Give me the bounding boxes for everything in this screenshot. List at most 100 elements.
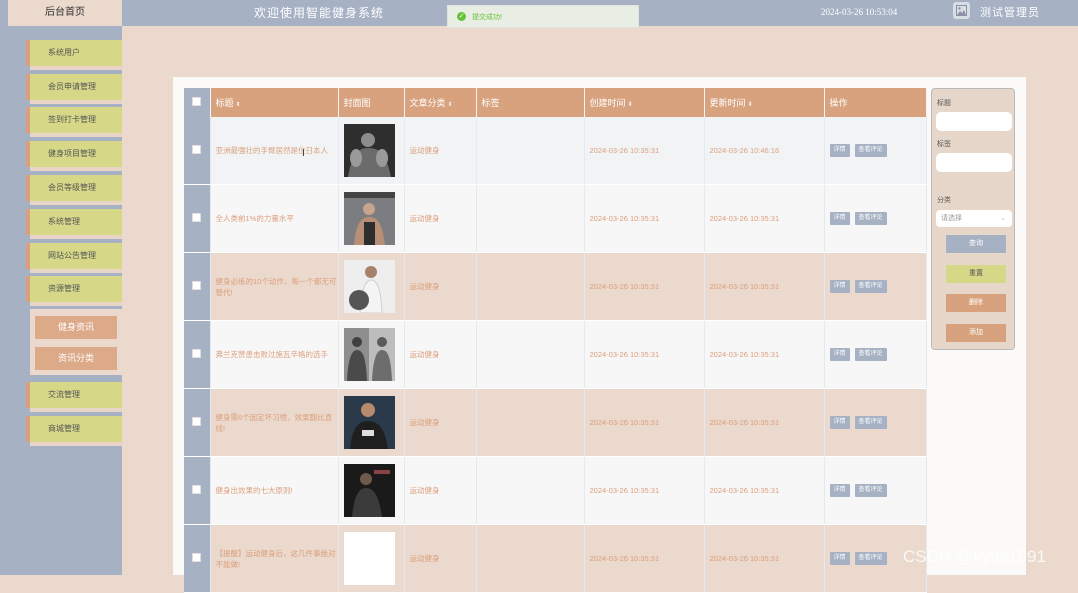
- sidebar-item-member-apply[interactable]: 会员申请管理: [30, 74, 122, 100]
- home-link[interactable]: 后台首页: [8, 0, 122, 26]
- row-checkbox[interactable]: [192, 417, 202, 426]
- row-checkbox[interactable]: [192, 213, 202, 222]
- sidebar-item-exchange[interactable]: 交流管理: [30, 382, 122, 408]
- tags-filter-input[interactable]: [936, 153, 1012, 172]
- add-button[interactable]: 添加: [946, 324, 1006, 342]
- row-cover: [338, 524, 405, 593]
- view-comments-button[interactable]: 查看评论: [854, 552, 887, 565]
- cover-image: [343, 396, 395, 449]
- row-category: 运动健身: [404, 320, 477, 389]
- watermark: CSDN @kybs1991: [903, 547, 1046, 566]
- table-row: 全人类前1%的力量水平 运动健身 2024-03-26 10:35:31 202…: [184, 184, 927, 253]
- user-name[interactable]: 测试管理员: [980, 4, 1040, 20]
- toast-message: 提交成功!: [472, 14, 502, 21]
- detail-button[interactable]: 详情: [829, 212, 850, 225]
- row-created: 2024-03-26 10:35:31: [584, 388, 705, 457]
- sidebar-item-resources[interactable]: 资源管理: [30, 276, 122, 302]
- row-actions: 详情 查看评论: [824, 184, 927, 253]
- row-tags: [476, 184, 585, 253]
- image-icon: [956, 5, 967, 16]
- sidebar-subitem-news-category[interactable]: 资讯分类: [35, 347, 117, 370]
- row-cover: [338, 388, 405, 457]
- title-filter-input[interactable]: [936, 112, 1012, 131]
- articles-table: 标题 ⬍ 封面图 文章分类 ⬍ 标签 创建时间 ⬍ 更新时间 ⬍ 操作 亚洲最强壮的手臂…: [184, 88, 927, 593]
- sidebar-item-announcements[interactable]: 网站公告管理: [30, 243, 122, 269]
- row-actions: 详情 查看评论: [824, 456, 927, 525]
- sidebar-subitem-fitness-news[interactable]: 健身资讯: [35, 316, 117, 339]
- select-all-cell: [184, 88, 211, 117]
- view-comments-button[interactable]: 查看评论: [854, 484, 887, 497]
- row-actions: 详情 查看评论: [824, 252, 927, 321]
- row-title: 健身必练的10个动作，每一个都无可替代!: [210, 252, 339, 321]
- cover-image: [343, 124, 395, 177]
- detail-button[interactable]: 详情: [829, 144, 850, 157]
- view-comments-button[interactable]: 查看评论: [854, 416, 887, 429]
- col-created[interactable]: 创建时间 ⬍: [584, 88, 705, 117]
- table-row: 亚洲最强壮的手臂居然是位日本人 运动健身 2024-03-26 10:35:31…: [184, 117, 927, 185]
- col-actions: 操作: [824, 88, 927, 117]
- row-created: 2024-03-26 10:35:31: [584, 320, 705, 389]
- sidebar-item-member-levels[interactable]: 会员等级管理: [30, 175, 122, 201]
- row-cover: [338, 252, 405, 321]
- detail-button[interactable]: 详情: [829, 416, 850, 429]
- sort-icon[interactable]: ⬍: [748, 102, 753, 108]
- row-checkbox[interactable]: [192, 553, 202, 562]
- col-title[interactable]: 标题 ⬍: [210, 88, 339, 117]
- sidebar-item-system[interactable]: 系统管理: [30, 209, 122, 235]
- row-updated: 2024-03-26 10:35:31: [704, 320, 825, 389]
- row-title: 亚洲最强壮的手臂居然是位日本人: [210, 117, 339, 185]
- sort-icon[interactable]: ⬍: [236, 102, 241, 108]
- row-checkbox[interactable]: [192, 281, 202, 290]
- row-updated: 2024-03-26 10:35:31: [704, 456, 825, 525]
- sidebar-item-checkin[interactable]: 签到打卡管理: [30, 107, 122, 133]
- row-tags: [476, 117, 585, 185]
- row-title: 【提醒】运动健身后，这几件事绝对不能做!: [210, 524, 339, 593]
- row-created: 2024-03-26 10:35:31: [584, 252, 705, 321]
- row-tags: [476, 252, 585, 321]
- check-circle-icon: ✓: [457, 12, 466, 21]
- col-category[interactable]: 文章分类 ⬍: [404, 88, 477, 117]
- row-updated: 2024-03-26 10:35:31: [704, 184, 825, 253]
- view-comments-button[interactable]: 查看评论: [854, 212, 887, 225]
- query-button[interactable]: 查询: [946, 235, 1006, 253]
- row-updated: 2024-03-26 10:35:31: [704, 252, 825, 321]
- row-cover: [338, 456, 405, 525]
- col-cover: 封面图: [338, 88, 405, 117]
- sort-icon[interactable]: ⬍: [628, 102, 633, 108]
- row-checkbox[interactable]: [192, 145, 202, 154]
- detail-button[interactable]: 详情: [829, 348, 850, 361]
- category-select[interactable]: 请选择 ⌄: [936, 210, 1012, 227]
- page-title: 欢迎使用智能健身系统: [254, 6, 385, 20]
- select-all-checkbox[interactable]: [192, 97, 202, 106]
- filter-panel: 标题 标签 分类 请选择 ⌄ 查询 重置 删除 添加: [931, 88, 1015, 350]
- detail-button[interactable]: 详情: [829, 280, 850, 293]
- view-comments-button[interactable]: 查看评论: [854, 280, 887, 293]
- view-comments-button[interactable]: 查看评论: [854, 348, 887, 361]
- row-actions: 详情 查看评论: [824, 320, 927, 389]
- sidebar-item-system-users[interactable]: 系统用户: [30, 40, 122, 66]
- sidebar-item-fitness-projects[interactable]: 健身项目管理: [30, 141, 122, 167]
- row-tags: [476, 524, 585, 593]
- row-cover: [338, 320, 405, 389]
- row-tags: [476, 456, 585, 525]
- avatar[interactable]: [953, 2, 970, 19]
- cover-image: [343, 532, 395, 585]
- row-created: 2024-03-26 10:35:31: [584, 184, 705, 253]
- row-category: 运动健身: [404, 117, 477, 185]
- detail-button[interactable]: 详情: [829, 484, 850, 497]
- sidebar-item-mall[interactable]: 商城管理: [30, 416, 122, 442]
- row-category: 运动健身: [404, 456, 477, 525]
- view-comments-button[interactable]: 查看评论: [854, 144, 887, 157]
- text-cursor-icon: I: [302, 148, 305, 159]
- cover-image: [343, 328, 395, 381]
- row-checkbox[interactable]: [192, 349, 202, 358]
- row-updated: 2024-03-26 10:35:31: [704, 388, 825, 457]
- row-checkbox[interactable]: [192, 485, 202, 494]
- delete-button[interactable]: 删除: [946, 294, 1006, 312]
- sort-icon[interactable]: ⬍: [448, 102, 453, 108]
- reset-button[interactable]: 重置: [946, 265, 1006, 283]
- col-updated[interactable]: 更新时间 ⬍: [704, 88, 825, 117]
- row-title: 健身出效果的七大原则!: [210, 456, 339, 525]
- datetime: 2024-03-26 10:53:04: [821, 7, 898, 17]
- detail-button[interactable]: 详情: [829, 552, 850, 565]
